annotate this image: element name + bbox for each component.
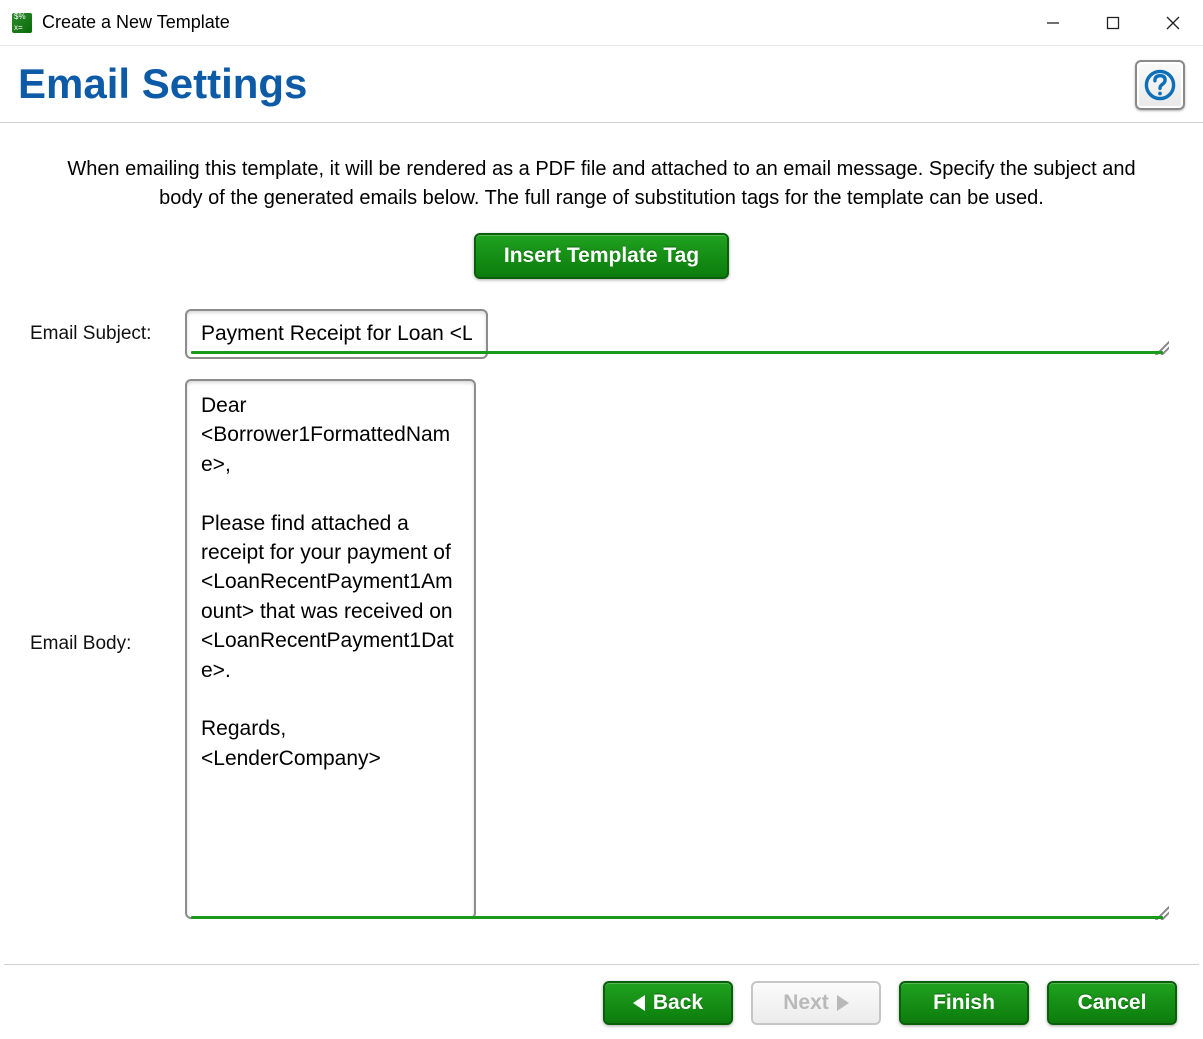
window-title: Create a New Template	[42, 12, 230, 33]
cancel-button[interactable]: Cancel	[1047, 981, 1177, 1025]
email-body-textarea[interactable]	[185, 379, 476, 919]
app-icon	[12, 13, 32, 33]
back-button[interactable]: Back	[603, 981, 733, 1025]
resize-grip-icon	[1155, 906, 1169, 920]
window-controls	[1023, 0, 1203, 45]
insert-tag-row: Insert Template Tag	[30, 233, 1173, 279]
resize-grip-icon	[1155, 341, 1169, 355]
minimize-button[interactable]	[1023, 0, 1083, 45]
content: When emailing this template, it will be …	[0, 123, 1203, 974]
close-button[interactable]	[1143, 0, 1203, 45]
next-button: Next	[751, 981, 881, 1025]
help-button[interactable]	[1135, 60, 1185, 110]
back-button-label: Back	[653, 991, 703, 1015]
subject-input-wrap	[185, 309, 1173, 359]
next-button-label: Next	[783, 991, 829, 1015]
intro-text: When emailing this template, it will be …	[52, 155, 1152, 213]
subject-label: Email Subject:	[30, 323, 185, 345]
subject-row: Email Subject:	[30, 309, 1173, 359]
header: Email Settings	[0, 46, 1203, 123]
maximize-button[interactable]	[1083, 0, 1143, 45]
body-row: Email Body:	[30, 379, 1173, 924]
titlebar: Create a New Template	[0, 0, 1203, 46]
page-title: Email Settings	[18, 60, 1135, 108]
body-label: Email Body:	[30, 379, 185, 655]
body-input-wrap	[185, 379, 1173, 924]
finish-button[interactable]: Finish	[899, 981, 1029, 1025]
footer: Back Next Finish Cancel	[4, 964, 1199, 1025]
help-icon	[1143, 68, 1177, 102]
insert-template-tag-button[interactable]: Insert Template Tag	[474, 233, 729, 279]
email-subject-input[interactable]	[185, 309, 488, 359]
triangle-left-icon	[633, 995, 645, 1011]
triangle-right-icon	[837, 995, 849, 1011]
